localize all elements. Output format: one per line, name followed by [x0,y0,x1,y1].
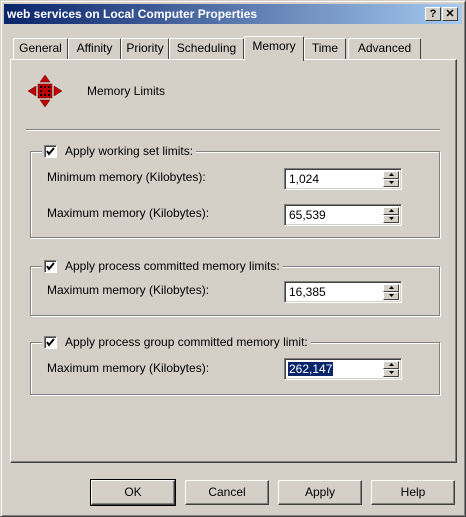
working-set-checkbox-row[interactable]: Apply working set limits: [42,144,197,158]
help-title-button[interactable]: ? [425,7,441,21]
working-set-label: Apply working set limits: [65,144,194,158]
spin-up-arrow-icon[interactable] [383,361,399,369]
working-set-checkbox[interactable] [44,144,57,158]
tab-time[interactable]: Time [304,38,346,59]
group-max-memory-value[interactable]: 262,147 [288,362,334,376]
max-memory-spinbox[interactable]: 65,539 [284,204,402,226]
process-max-memory-spinbox[interactable]: 16,385 [284,281,402,303]
process-max-memory-value[interactable]: 16,385 [288,285,327,299]
process-committed-label: Apply process committed memory limits: [65,259,280,273]
process-committed-checkbox[interactable] [44,259,57,273]
spin-up-arrow-icon[interactable] [383,284,399,292]
properties-window: web services on Local Computer Propertie… [0,0,466,517]
max-memory-label: Maximum memory (Kilobytes): [47,206,210,220]
spin-down-arrow-icon[interactable] [383,292,399,300]
spin-down-arrow-icon[interactable] [383,179,399,187]
max-memory-value[interactable]: 65,539 [288,208,327,222]
process-max-memory-label: Maximum memory (Kilobytes): [47,283,210,297]
group-committed-checkbox-row[interactable]: Apply process group committed memory lim… [42,335,311,349]
spin-down-arrow-icon[interactable] [383,215,399,223]
title-bar[interactable]: web services on Local Computer Propertie… [4,4,462,24]
window-title: web services on Local Computer Propertie… [7,7,258,21]
group-committed-label: Apply process group committed memory lim… [65,335,308,349]
spin-up-arrow-icon[interactable] [383,207,399,215]
spin-up-arrow-icon[interactable] [383,171,399,179]
group-max-memory-label: Maximum memory (Kilobytes): [47,361,210,375]
memory-limits-heading: Memory Limits [87,84,166,98]
group-committed-checkbox[interactable] [44,335,57,349]
process-committed-checkbox-row[interactable]: Apply process committed memory limits: [42,259,283,273]
ok-button[interactable]: OK [90,479,176,506]
close-title-button[interactable]: ✕ [442,7,458,21]
min-memory-spinbox[interactable]: 1,024 [284,168,402,190]
tab-general[interactable]: General [13,38,68,59]
memory-limits-icon [27,74,63,108]
tab-priority[interactable]: Priority [121,38,169,59]
cancel-button[interactable]: Cancel [185,480,269,505]
min-memory-value[interactable]: 1,024 [288,172,320,186]
tab-scheduling[interactable]: Scheduling [169,38,244,59]
group-max-memory-spinbox[interactable]: 262,147 [284,358,402,380]
apply-button[interactable]: Apply [278,480,362,505]
separator [26,129,440,131]
tab-memory[interactable]: Memory [244,36,304,61]
tab-affinity[interactable]: Affinity [68,38,121,59]
tab-advanced[interactable]: Advanced [348,38,421,59]
spin-down-arrow-icon[interactable] [383,369,399,377]
min-memory-label: Minimum memory (Kilobytes): [47,170,206,184]
help-button[interactable]: Help [371,480,455,505]
